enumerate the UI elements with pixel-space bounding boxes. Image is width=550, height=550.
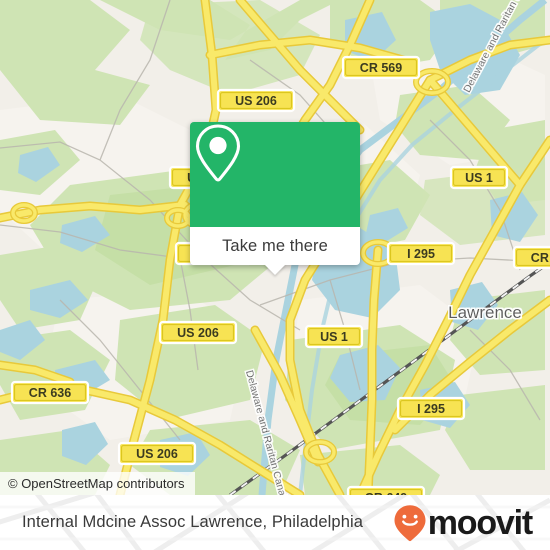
place-labels: Lawrence: [448, 303, 522, 322]
moovit-map-screenshot: Delaware and Raritan CanalDelaware and R…: [0, 0, 550, 550]
card-label-area[interactable]: Take me there: [190, 227, 360, 275]
footer-bar: Internal Mdcine Assoc Lawrence, Philadel…: [0, 495, 550, 550]
place-name-label: Internal Mdcine Assoc Lawrence, Philadel…: [22, 513, 364, 531]
place-label: Lawrence: [448, 303, 522, 322]
road-shield-label: US 206: [177, 326, 219, 340]
road-shield-label: US 1: [465, 171, 493, 185]
road-shield: US 1: [304, 324, 364, 349]
road-shield: CR 569: [341, 55, 421, 80]
road-shield-label: CR 636: [29, 386, 71, 400]
map-canvas[interactable]: Delaware and Raritan CanalDelaware and R…: [0, 0, 550, 495]
road-shield: US 206: [117, 441, 197, 466]
road-shield: CR 533: [512, 245, 550, 270]
road-shield: US 1: [449, 165, 509, 190]
road-shield-label: US 1: [320, 330, 348, 344]
road-shield-label: US 206: [235, 94, 277, 108]
road-shield-label: I 295: [407, 247, 435, 261]
road-shield: I 295: [386, 241, 456, 266]
road-shield: CR 649: [346, 485, 426, 495]
card-pointer: [264, 264, 286, 275]
road-shield-label: I 295: [417, 402, 445, 416]
moovit-brand[interactable]: moovit: [393, 503, 533, 542]
osm-attribution[interactable]: © OpenStreetMap contributors: [0, 472, 195, 495]
road-shield: I 295: [396, 396, 466, 421]
card-pin-area: [190, 122, 360, 227]
road-shield: US 206: [216, 88, 296, 113]
moovit-wordmark: moovit: [427, 503, 533, 542]
road-shield-label: US 206: [136, 447, 178, 461]
road-shield-label: CR 533: [531, 251, 550, 265]
road-shield: US 206: [158, 320, 238, 345]
moovit-smiley-pin-icon: [394, 504, 426, 541]
map-pin-icon: [195, 124, 241, 182]
take-me-there-card[interactable]: Take me there: [190, 122, 360, 275]
card-label: Take me there: [222, 236, 328, 255]
road-shield-label: CR 569: [360, 61, 402, 75]
road-shield: CR 636: [10, 380, 90, 405]
